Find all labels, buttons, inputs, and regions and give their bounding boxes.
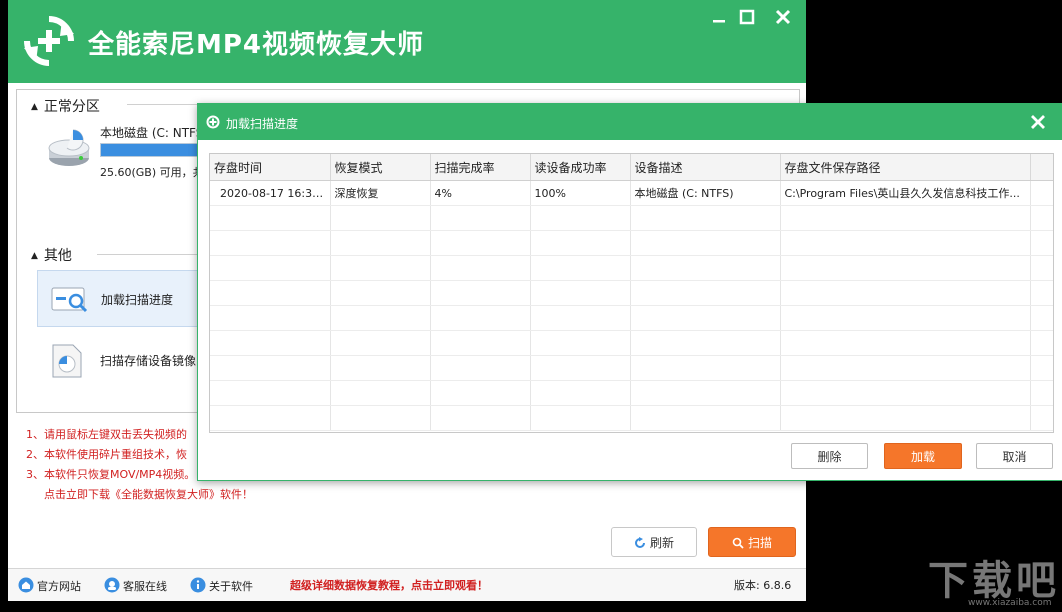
load-button[interactable]: 加载 bbox=[884, 443, 962, 469]
column-header-recovery-mode[interactable]: 恢复模式 bbox=[330, 154, 431, 181]
hard-disk-icon[interactable] bbox=[47, 128, 95, 170]
delete-button[interactable]: 删除 bbox=[791, 443, 868, 469]
column-header-filler bbox=[1030, 154, 1053, 181]
info-icon bbox=[190, 577, 206, 593]
empty-row bbox=[210, 280, 1053, 306]
cell-read-success: 100% bbox=[530, 180, 631, 206]
scan-device-image-item[interactable]: 扫描存储设备镜像 bbox=[37, 333, 217, 383]
cell-save-path: C:\Program Files\英山县久久发信息科技工作... bbox=[780, 180, 1031, 206]
progress-table: 存盘时间 恢复模式 扫描完成率 读设备成功率 设备描述 存盘文件保存路径 202… bbox=[209, 153, 1054, 433]
empty-row bbox=[210, 405, 1053, 431]
normal-partition-heading: ▲ 正常分区 bbox=[31, 99, 100, 115]
column-header-save-path[interactable]: 存盘文件保存路径 bbox=[780, 154, 1031, 181]
refresh-icon bbox=[635, 537, 645, 548]
other-heading: ▲ 其他 bbox=[31, 248, 72, 264]
empty-row bbox=[210, 230, 1053, 256]
watermark-url: www.xiazaiba.com bbox=[968, 598, 1052, 608]
note-line-3: 3、本软件只恢复MOV/MP4视频。 bbox=[26, 468, 196, 481]
column-header-scan-completion[interactable]: 扫描完成率 bbox=[430, 154, 531, 181]
dialog-title: 加载扫描进度 bbox=[226, 117, 299, 131]
dialog-title-bar: 加载扫描进度 bbox=[198, 104, 1062, 140]
official-site-link[interactable]: 官方网站 bbox=[18, 577, 81, 594]
close-dialog-button[interactable] bbox=[1028, 112, 1048, 132]
tutorial-link[interactable]: 超级详细数据恢复教程，点击立即观看！ bbox=[290, 577, 488, 593]
empty-row bbox=[210, 380, 1053, 406]
title-bar: 全能索尼MP4视频恢复大师 bbox=[8, 0, 806, 83]
cell-recovery-mode: 深度恢复 bbox=[330, 180, 431, 206]
table-header-row: 存盘时间 恢复模式 扫描完成率 读设备成功率 设备描述 存盘文件保存路径 bbox=[210, 154, 1053, 181]
note-line-1: 1、请用鼠标左键双击丢失视频的 bbox=[26, 428, 187, 441]
column-header-save-time[interactable]: 存盘时间 bbox=[210, 154, 331, 181]
download-link[interactable]: 点击立即下载《全能数据恢复大师》软件！ bbox=[44, 486, 253, 502]
search-icon bbox=[732, 537, 744, 549]
load-progress-icon bbox=[51, 287, 88, 313]
disk-name[interactable]: 本地磁盘 (C: NTFS) bbox=[100, 124, 208, 141]
maximize-button[interactable] bbox=[736, 6, 758, 28]
about-link[interactable]: 关于软件 bbox=[190, 577, 253, 594]
scan-button[interactable]: 扫描 bbox=[708, 527, 796, 557]
cell-save-time: 2020-08-17 16:32:11 bbox=[210, 180, 331, 206]
close-window-button[interactable] bbox=[772, 6, 794, 28]
load-scan-progress-item[interactable]: 加载扫描进度 bbox=[37, 270, 219, 327]
customer-service-icon bbox=[104, 577, 120, 593]
empty-row bbox=[210, 305, 1053, 331]
watermark: 下载吧 www.xiazaiba.com bbox=[928, 548, 1058, 610]
minimize-button[interactable] bbox=[708, 6, 730, 28]
scan-device-image-label: 扫描存储设备镜像 bbox=[100, 354, 197, 368]
load-scan-progress-label: 加载扫描进度 bbox=[101, 293, 174, 307]
load-progress-dialog: 加载扫描进度 存盘时间 恢复模式 扫描完成率 读设备成功率 设备描述 存盘文件保… bbox=[197, 103, 1062, 481]
empty-row bbox=[210, 330, 1053, 356]
disk-free-space: 25.60(GB) 可用，共 bbox=[100, 166, 204, 179]
app-logo-icon bbox=[24, 16, 74, 66]
home-icon bbox=[18, 577, 34, 593]
empty-row bbox=[210, 255, 1053, 281]
divider bbox=[97, 254, 207, 255]
collapse-triangle-icon[interactable]: ▲ bbox=[31, 251, 38, 261]
version-label: 版本: 6.8.6 bbox=[734, 579, 792, 592]
app-title: 全能索尼MP4视频恢复大师 bbox=[88, 30, 425, 60]
cancel-button[interactable]: 取消 bbox=[976, 443, 1053, 469]
collapse-triangle-icon[interactable]: ▲ bbox=[31, 102, 38, 112]
app-logo-icon bbox=[206, 115, 220, 129]
cell-device-description: 本地磁盘 (C: NTFS) bbox=[630, 180, 781, 206]
empty-row bbox=[210, 205, 1053, 231]
refresh-button[interactable]: 刷新 bbox=[611, 527, 697, 557]
note-line-2: 2、本软件使用碎片重组技术，恢 bbox=[26, 448, 187, 461]
cell-scan-completion: 4% bbox=[430, 180, 531, 206]
table-row[interactable]: 2020-08-17 16:32:11 深度恢复 4% 100% 本地磁盘 (C… bbox=[210, 180, 1053, 206]
column-header-device-description[interactable]: 设备描述 bbox=[630, 154, 781, 181]
empty-row bbox=[210, 355, 1053, 381]
status-bar: 官方网站 客服在线 关于软件 超级详细数据恢复教程，点击立即观看！ 版本: 6.… bbox=[8, 568, 806, 601]
disk-image-file-icon bbox=[52, 344, 82, 378]
column-header-read-success[interactable]: 读设备成功率 bbox=[530, 154, 631, 181]
support-link[interactable]: 客服在线 bbox=[104, 577, 167, 594]
